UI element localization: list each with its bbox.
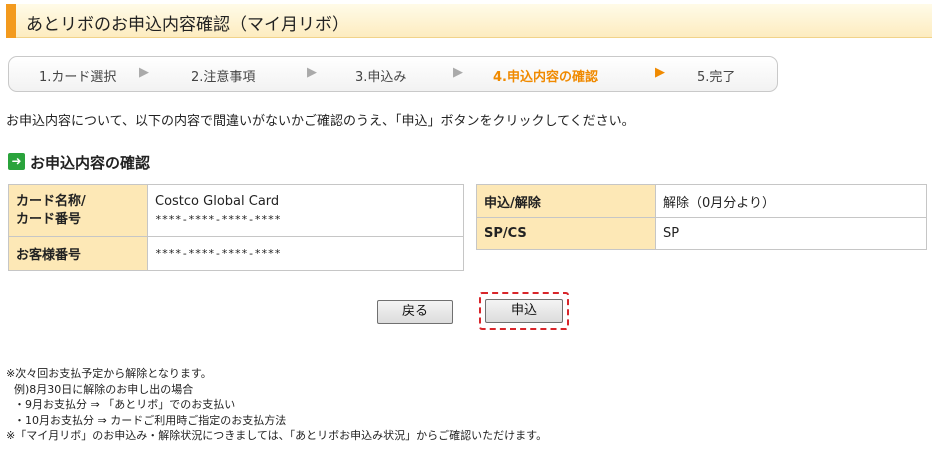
arrow-right-icon: ➜ xyxy=(8,153,25,170)
step-progress: 1.カード選択 ▶ 2.注意事項 ▶ 3.申込み ▶ 4.申込内容の確認 ▶ 5… xyxy=(8,56,778,92)
apply-button[interactable]: 申込 xyxy=(485,299,563,323)
step-5-complete: 5.完了 xyxy=(697,70,736,85)
card-label-cell: カード名称/ カード番号 xyxy=(8,184,148,237)
section-heading-text: お申込内容の確認 xyxy=(30,154,151,172)
spcs-label-cell: SP/CS xyxy=(476,217,656,250)
customer-number: ****-****-****-**** xyxy=(147,236,464,271)
step-arrow-icon: ▶ xyxy=(453,65,463,80)
card-value-cell: Costco Global Card ****-****-****-**** xyxy=(147,184,464,237)
instruction-text: お申込内容について、以下の内容で間違いがないかご確認のうえ、「申込」ボタンをクリ… xyxy=(6,114,635,129)
spcs-value: SP xyxy=(655,217,927,250)
step-2-notes: 2.注意事項 xyxy=(191,70,256,85)
customer-label-cell: お客様番号 xyxy=(8,236,148,271)
note-line: ※次々回お支払予定から解除となります。 xyxy=(6,367,212,380)
note-line: ※「マイ月リボ」のお申込み・解除状況につきましては、「あとリボお申込み状況」から… xyxy=(6,429,548,442)
back-button[interactable]: 戻る xyxy=(377,300,453,324)
step-3-apply: 3.申込み xyxy=(355,70,407,85)
title-accent xyxy=(6,4,16,38)
card-info-table: カード名称/ カード番号 Costco Global Card ****-***… xyxy=(8,184,464,271)
note-line: ・10月お支払分 ⇒ カードご利用時ご指定のお支払方法 xyxy=(14,413,287,427)
page-title: あとリボのお申込内容確認（マイ月リボ） xyxy=(26,15,349,35)
step-arrow-icon: ▶ xyxy=(139,65,149,80)
step-arrow-icon: ▶ xyxy=(307,65,317,80)
apply-value: 解除（0月分より） xyxy=(655,184,927,218)
step-4-confirm: 4.申込内容の確認 xyxy=(493,70,598,85)
card-number: ****-****-****-**** xyxy=(155,212,281,226)
step-arrow-icon: ▶ xyxy=(655,65,665,80)
card-name: Costco Global Card xyxy=(155,193,280,209)
apply-info-table: 申込/解除 解除（0月分より） SP/CS SP xyxy=(476,184,927,250)
apply-label-cell: 申込/解除 xyxy=(476,184,656,218)
note-line: ・9月お支払分 ⇒ 「あとリボ」でのお支払い xyxy=(14,398,236,411)
notes: ※次々回お支払予定から解除となります。 例)8月30日に解除のお申し出の場合 ・… xyxy=(6,366,547,444)
note-line: 例)8月30日に解除のお申し出の場合 xyxy=(14,382,194,396)
page-title-bar: あとリボのお申込内容確認（マイ月リボ） xyxy=(6,4,932,38)
step-1-card-select: 1.カード選択 xyxy=(39,70,117,85)
